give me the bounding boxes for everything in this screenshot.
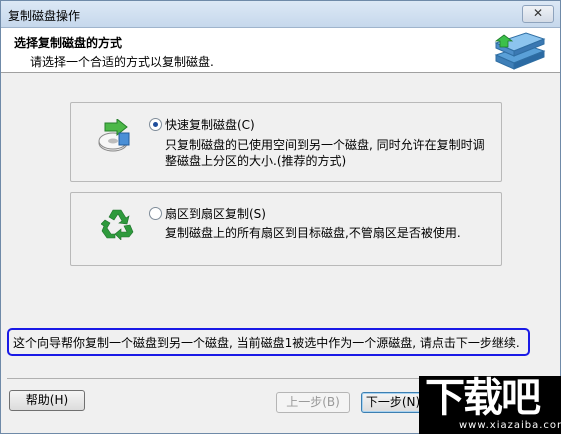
quick-copy-label[interactable]: 快速复制磁盘(C) xyxy=(165,116,255,133)
recycle-icon xyxy=(101,209,134,240)
quick-copy-radio[interactable] xyxy=(149,118,162,131)
window-title: 复制磁盘操作 xyxy=(8,9,81,23)
watermark-url: www.xiazaiba.com xyxy=(459,420,561,431)
header-subtitle: 请选择一个合适的方式以复制磁盘. xyxy=(30,55,214,69)
close-button[interactable]: ✕ xyxy=(522,5,554,23)
watermark-logo-text: 下载吧 xyxy=(425,374,541,421)
wizard-header: 选择复制磁盘的方式 请选择一个合适的方式以复制磁盘. xyxy=(1,28,560,73)
quick-copy-description-line1: 只复制磁盘的已使用空间到另一个磁盘, 同时允许在复制时调 xyxy=(165,138,485,152)
back-button[interactable]: 上一步(B) xyxy=(276,392,350,413)
title-bar[interactable]: 复制磁盘操作 ✕ xyxy=(1,1,560,28)
info-notice: 这个向导帮你复制一个磁盘到另一个磁盘, 当前磁盘1被选中作为一个源磁盘, 请点击… xyxy=(7,328,530,356)
sector-copy-description: 复制磁盘上的所有扇区到目标磁盘,不管扇区是否被使用. xyxy=(165,226,461,240)
option-sector-copy[interactable]: 扇区到扇区复制(S) 复制磁盘上的所有扇区到目标磁盘,不管扇区是否被使用. xyxy=(70,192,502,266)
close-icon: ✕ xyxy=(532,6,544,20)
quick-copy-description-line2: 整磁盘上分区的大小.(推荐的方式) xyxy=(165,154,347,168)
dialog-window: 复制磁盘操作 ✕ 选择复制磁盘的方式 请选择一个合适的方式以复制磁盘. 快速复制… xyxy=(0,0,561,434)
sector-copy-radio[interactable] xyxy=(149,207,162,220)
notice-text: 这个向导帮你复制一个磁盘到另一个磁盘, 当前磁盘1被选中作为一个源磁盘, 请点击… xyxy=(13,336,520,350)
disk-green-arrow-icon xyxy=(98,119,130,152)
header-title: 选择复制磁盘的方式 xyxy=(14,36,123,50)
help-button[interactable]: 帮助(H) xyxy=(9,390,85,411)
sector-copy-label[interactable]: 扇区到扇区复制(S) xyxy=(165,205,266,222)
next-button[interactable]: 下一步(N) xyxy=(361,392,425,413)
site-watermark: 下载吧 www.xiazaiba.com xyxy=(419,376,561,434)
disk-copy-icon xyxy=(494,32,546,70)
option-quick-copy[interactable]: 快速复制磁盘(C) 只复制磁盘的已使用空间到另一个磁盘, 同时允许在复制时调 整… xyxy=(70,102,502,182)
